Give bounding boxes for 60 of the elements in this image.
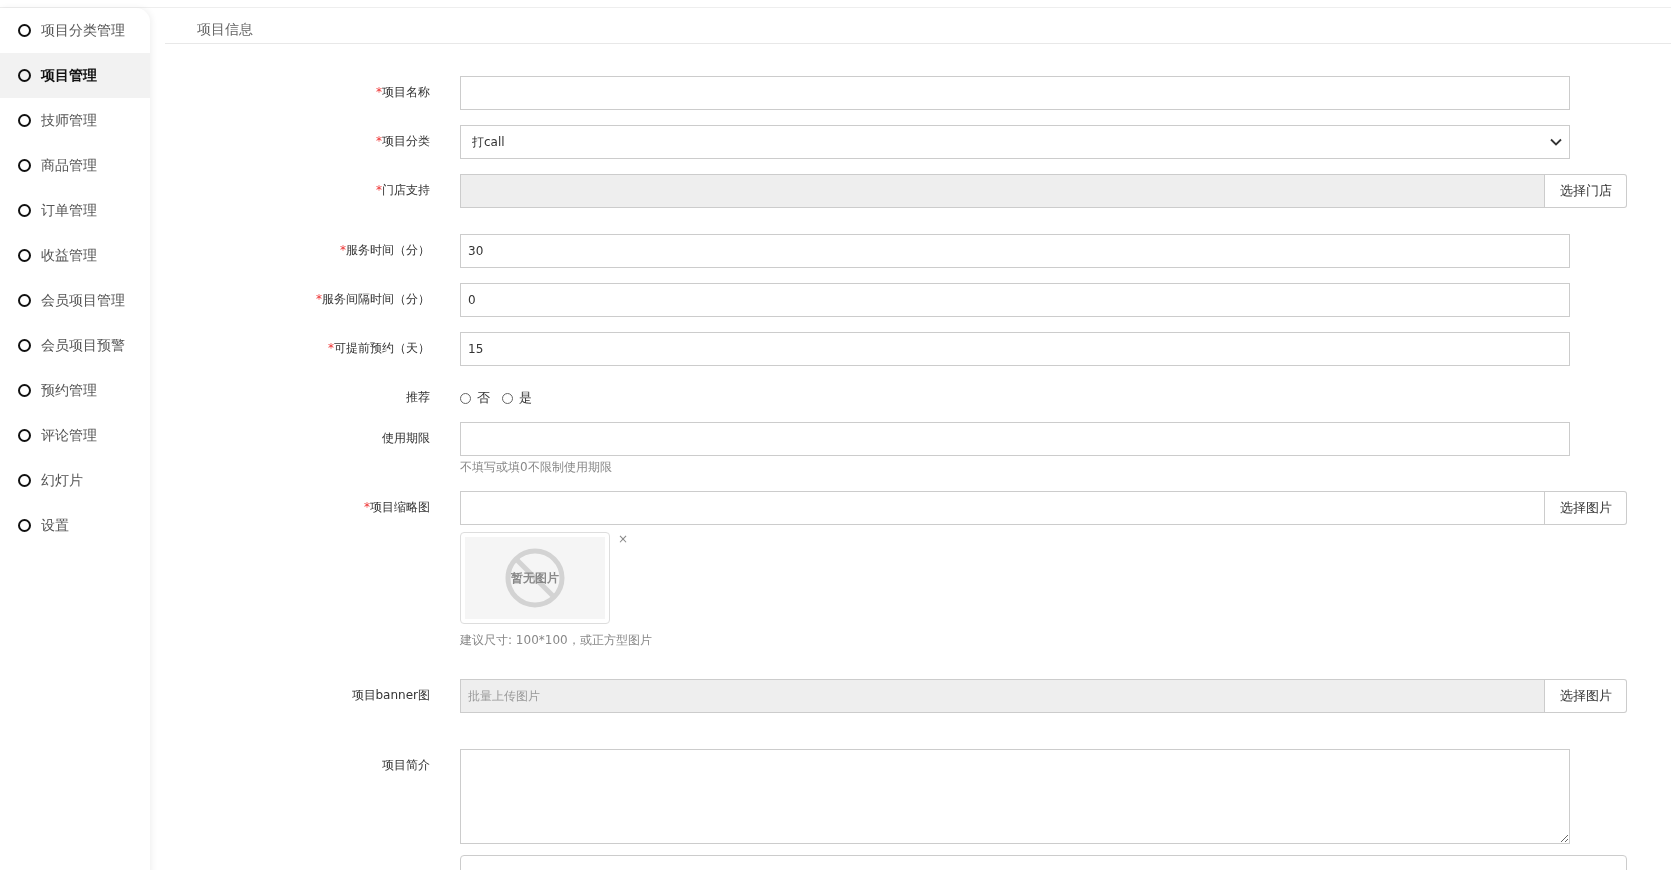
- select-button[interactable]: 选择图片: [1545, 491, 1627, 525]
- field-label: 可提前预约（天）: [334, 341, 430, 355]
- input-field[interactable]: [460, 76, 1570, 110]
- sidebar-item[interactable]: 幻灯片: [0, 458, 150, 503]
- circle-icon: [18, 384, 31, 397]
- sidebar-item[interactable]: 会员项目管理: [0, 278, 150, 323]
- circle-icon: [18, 24, 31, 37]
- section-title: 项目信息: [197, 21, 253, 39]
- radio-option[interactable]: 否: [460, 389, 490, 407]
- field-label: 项目分类: [382, 134, 430, 148]
- circle-icon: [18, 429, 31, 442]
- circle-icon: [18, 249, 31, 262]
- remove-button[interactable]: ×: [618, 532, 629, 546]
- circle-icon: [18, 114, 31, 127]
- hint-text: 不填写或填0不限制使用期限: [460, 459, 613, 476]
- textarea-field[interactable]: [460, 749, 1570, 844]
- required-mark: *: [316, 292, 322, 306]
- input-field[interactable]: [460, 422, 1570, 456]
- sidebar-item[interactable]: 技师管理: [0, 98, 150, 143]
- input-field[interactable]: 0: [460, 283, 1570, 317]
- circle-icon: [18, 204, 31, 217]
- circle-icon: [18, 159, 31, 172]
- hint-text: 建议尺寸: 100*100，或正方型图片: [460, 632, 653, 649]
- no-image-icon: [504, 547, 566, 609]
- sidebar-item[interactable]: 预约管理: [0, 368, 150, 413]
- field-label: 项目banner图: [351, 688, 430, 702]
- required-mark: *: [376, 85, 382, 99]
- sidebar-item[interactable]: 评论管理: [0, 413, 150, 458]
- sidebar-item[interactable]: 会员项目预警: [0, 323, 150, 368]
- circle-icon: [18, 474, 31, 487]
- field-label: 服务时间（分）: [346, 243, 430, 257]
- sidebar-item[interactable]: 项目管理: [0, 53, 150, 98]
- field-label: 服务间隔时间（分）: [322, 292, 430, 306]
- field-label: 推荐: [406, 390, 430, 404]
- sidebar-item[interactable]: 项目分类管理: [0, 8, 150, 53]
- sidebar-item[interactable]: 收益管理: [0, 233, 150, 278]
- sidebar-item[interactable]: 订单管理: [0, 188, 150, 233]
- input-field[interactable]: [460, 491, 1545, 525]
- no-image-text: 暂无图片: [511, 569, 559, 587]
- field-label: 项目简介: [382, 758, 430, 772]
- chevron-icon: [1550, 138, 1562, 146]
- radio-option[interactable]: 是: [502, 389, 532, 407]
- circle-icon: [18, 519, 31, 532]
- sidebar-item[interactable]: 商品管理: [0, 143, 150, 188]
- circle-icon: [18, 339, 31, 352]
- input-field[interactable]: 15: [460, 332, 1570, 366]
- field-label: 使用期限: [382, 431, 430, 445]
- sidebar-item[interactable]: 设置: [0, 503, 150, 548]
- field-label: 门店支持: [382, 183, 430, 197]
- required-mark: *: [376, 183, 382, 197]
- required-mark: *: [340, 243, 346, 257]
- select-field[interactable]: 打call: [460, 125, 1570, 159]
- required-mark: *: [328, 341, 334, 355]
- field-label: 项目缩略图: [370, 500, 430, 514]
- field-label: 项目名称: [382, 85, 430, 99]
- input-field[interactable]: 30: [460, 234, 1570, 268]
- required-mark: *: [364, 500, 370, 514]
- required-mark: *: [376, 134, 382, 148]
- circle-icon: [18, 294, 31, 307]
- circle-icon: [18, 69, 31, 82]
